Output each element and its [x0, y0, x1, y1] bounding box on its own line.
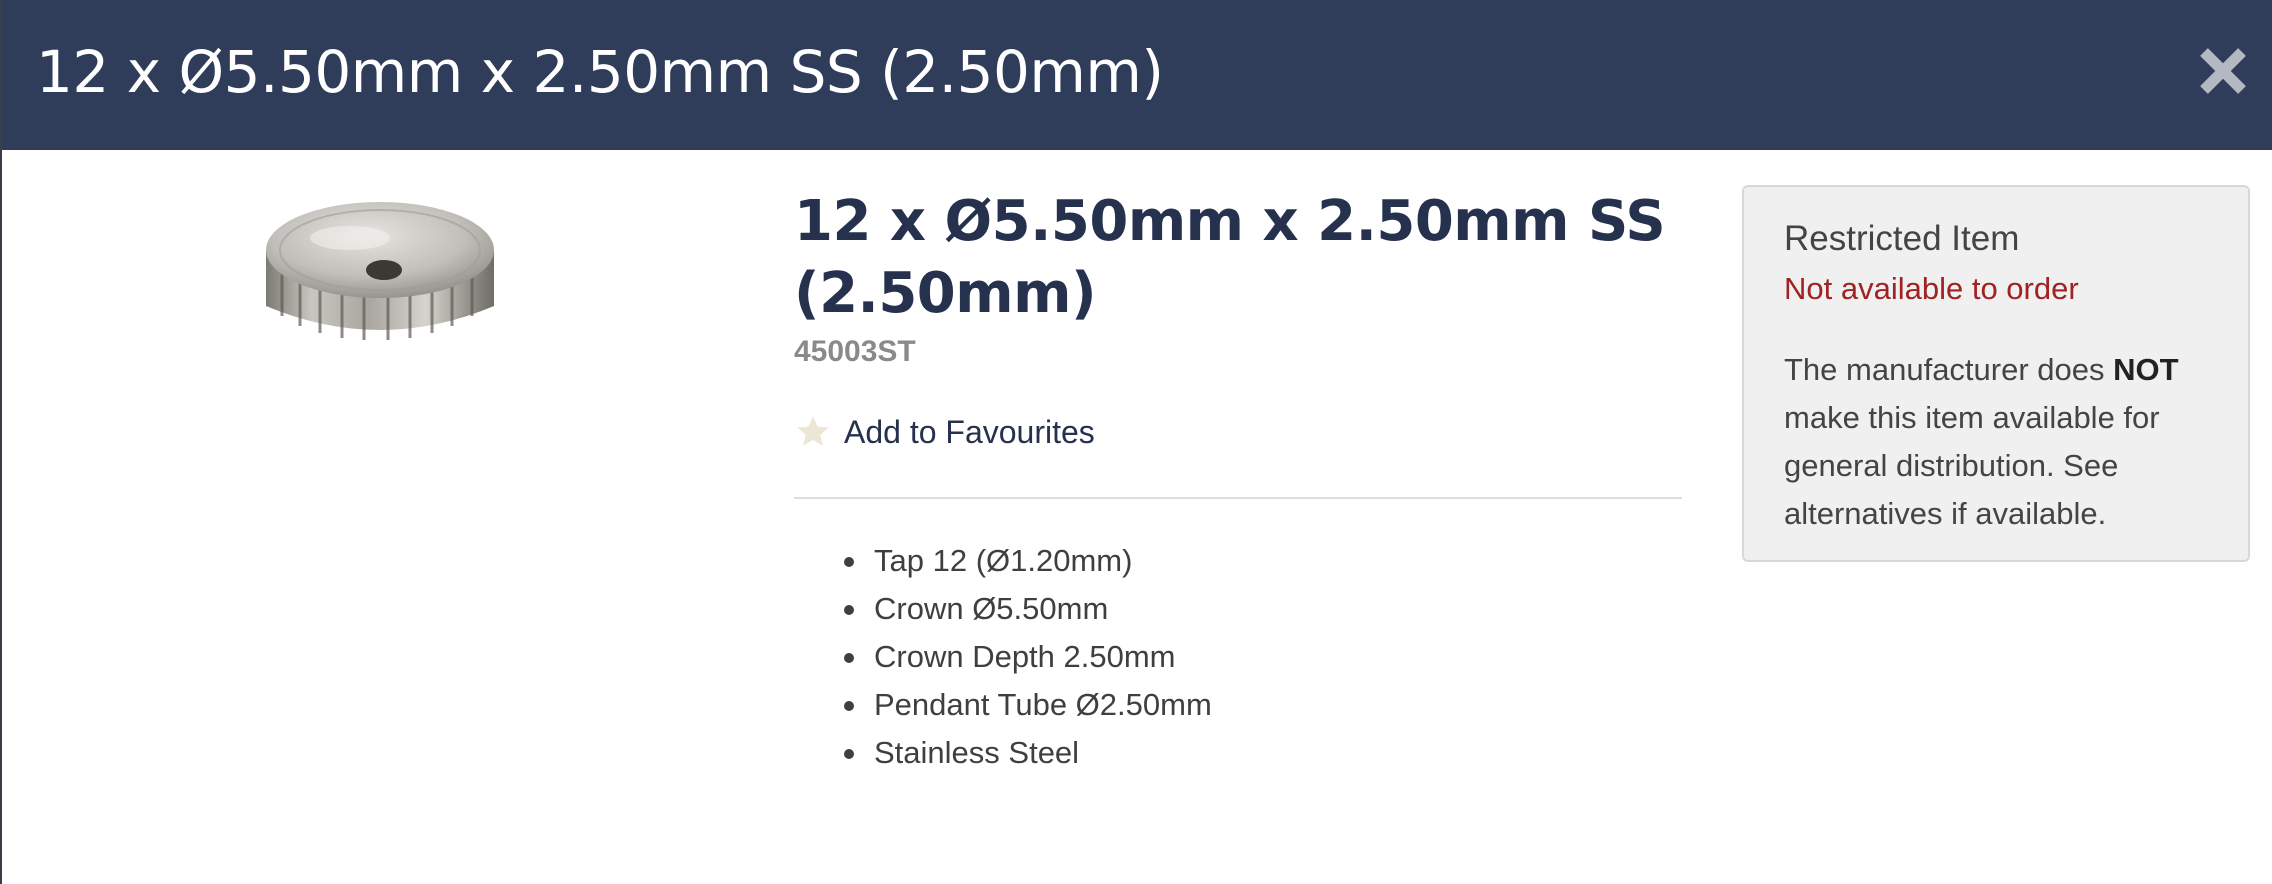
close-button[interactable] [2188, 36, 2258, 106]
spec-list: Tap 12 (Ø1.20mm) Crown Ø5.50mm Crown Dep… [794, 537, 1212, 777]
description-text: make this item available for general dis… [1784, 400, 2160, 531]
spec-item: Crown Ø5.50mm [844, 585, 1212, 633]
product-title: 12 x Ø5.50mm x 2.50mm SS (2.50mm) [794, 189, 1666, 326]
add-to-favourites-label: Add to Favourites [844, 413, 1095, 450]
spec-item: Crown Depth 2.50mm [844, 633, 1212, 681]
spec-item: Stainless Steel [844, 729, 1212, 777]
availability-status: Not available to order [1784, 271, 2079, 306]
close-icon [2200, 48, 2246, 94]
star-icon [797, 416, 829, 446]
product-sku: 45003ST [794, 335, 916, 368]
description-text: The manufacturer does [1784, 352, 2114, 387]
restriction-description: The manufacturer does NOT make this item… [1784, 346, 2224, 538]
restricted-title: Restricted Item [1784, 219, 2020, 258]
description-emphasis: NOT [2113, 352, 2179, 387]
restricted-item-panel: Restricted Item Not available to order T… [1742, 185, 2250, 562]
modal-header: 12 x Ø5.50mm x 2.50mm SS (2.50mm) [2, 0, 2272, 150]
watch-crown-image [266, 202, 494, 340]
spec-item: Pendant Tube Ø2.50mm [844, 681, 1212, 729]
product-modal: 12 x Ø5.50mm x 2.50mm SS (2.50mm) 12 x Ø… [0, 0, 2272, 884]
add-to-favourites-link[interactable]: Add to Favourites [794, 408, 1095, 456]
modal-title: 12 x Ø5.50mm x 2.50mm SS (2.50mm) [36, 38, 1164, 106]
spec-item: Tap 12 (Ø1.20mm) [844, 537, 1212, 585]
product-image [260, 188, 500, 358]
divider [794, 497, 1682, 499]
